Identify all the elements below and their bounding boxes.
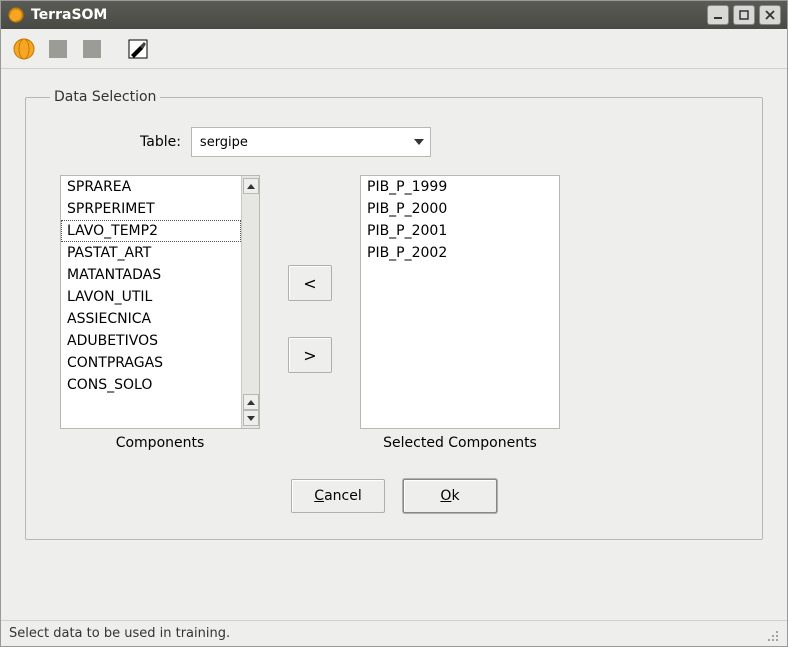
- move-right-button[interactable]: >: [288, 337, 332, 373]
- move-left-button[interactable]: <: [288, 265, 332, 301]
- list-item[interactable]: SPRAREA: [61, 176, 241, 198]
- cancel-button-label: Cancel: [314, 488, 361, 504]
- window-controls: [707, 5, 781, 25]
- list-item[interactable]: CONTPRAGAS: [61, 352, 241, 374]
- content-area: Data Selection Table: sergipe SPRAREASPR…: [1, 69, 787, 620]
- scrollbar[interactable]: [241, 176, 259, 428]
- table-select-row: Table: sergipe: [50, 127, 738, 157]
- ok-button-label: Ok: [440, 488, 459, 504]
- selected-listbox[interactable]: PIB_P_1999PIB_P_2000PIB_P_2001PIB_P_2002: [360, 175, 560, 429]
- scroll-up-button[interactable]: [243, 178, 259, 194]
- minimize-button[interactable]: [707, 5, 729, 25]
- list-item[interactable]: PASTAT_ART: [61, 242, 241, 264]
- maximize-button[interactable]: [733, 5, 755, 25]
- list-item[interactable]: ADUBETIVOS: [61, 330, 241, 352]
- table-combobox[interactable]: sergipe: [191, 127, 431, 157]
- components-column: SPRAREASPRPERIMETLAVO_TEMP2PASTAT_ARTMAT…: [60, 175, 260, 451]
- cancel-button[interactable]: Cancel: [291, 479, 385, 513]
- toolbar-brush-button[interactable]: [123, 35, 153, 63]
- list-item[interactable]: PIB_P_2001: [361, 220, 559, 242]
- chevron-down-icon: [414, 139, 424, 145]
- chevron-down-icon: [247, 416, 255, 421]
- toolbar-button-3[interactable]: [77, 35, 107, 63]
- list-item[interactable]: CONS_SOLO: [61, 374, 241, 396]
- square-icon: [46, 37, 70, 61]
- move-buttons-column: < >: [288, 175, 332, 373]
- square-icon: [80, 37, 104, 61]
- close-button[interactable]: [759, 5, 781, 25]
- lists-row: SPRAREASPRPERIMETLAVO_TEMP2PASTAT_ARTMAT…: [50, 175, 738, 451]
- toolbar-button-2[interactable]: [43, 35, 73, 63]
- list-item[interactable]: SPRPERIMET: [61, 198, 241, 220]
- chevron-up-icon: [247, 184, 255, 189]
- chevron-up-icon: [247, 400, 255, 405]
- list-item[interactable]: PIB_P_1999: [361, 176, 559, 198]
- dialog-buttons-row: Cancel Ok: [50, 479, 738, 513]
- components-listbox[interactable]: SPRAREASPRPERIMETLAVO_TEMP2PASTAT_ARTMAT…: [60, 175, 260, 429]
- list-item[interactable]: MATANTADAS: [61, 264, 241, 286]
- table-label: Table:: [140, 134, 181, 150]
- status-text: Select data to be used in training.: [9, 626, 230, 641]
- app-icon: [7, 6, 25, 24]
- fieldset-legend: Data Selection: [50, 89, 160, 105]
- list-item[interactable]: PIB_P_2000: [361, 198, 559, 220]
- close-icon: [765, 10, 775, 20]
- globe-icon: [12, 37, 36, 61]
- app-window: TerraSOM: [0, 0, 788, 647]
- minimize-icon: [713, 10, 723, 20]
- scroll-down-button[interactable]: [243, 410, 259, 426]
- ok-button[interactable]: Ok: [403, 479, 497, 513]
- resize-grip-icon: [765, 628, 779, 642]
- toolbar-globe-button[interactable]: [9, 35, 39, 63]
- components-label: Components: [116, 435, 205, 451]
- table-combobox-value: sergipe: [200, 135, 248, 150]
- toolbar: [1, 29, 787, 69]
- list-item[interactable]: LAVO_TEMP2: [61, 220, 241, 242]
- statusbar: Select data to be used in training.: [1, 620, 787, 646]
- brush-icon: [126, 37, 150, 61]
- scroll-up-button-2[interactable]: [243, 394, 259, 410]
- list-item[interactable]: ASSIECNICA: [61, 308, 241, 330]
- list-item[interactable]: PIB_P_2002: [361, 242, 559, 264]
- selected-column: PIB_P_1999PIB_P_2000PIB_P_2001PIB_P_2002…: [360, 175, 560, 451]
- window-title: TerraSOM: [31, 7, 701, 23]
- selected-label: Selected Components: [383, 435, 537, 451]
- list-item[interactable]: LAVON_UTIL: [61, 286, 241, 308]
- titlebar: TerraSOM: [1, 1, 787, 29]
- data-selection-fieldset: Data Selection Table: sergipe SPRAREASPR…: [25, 89, 763, 540]
- maximize-icon: [739, 10, 749, 20]
- resize-grip[interactable]: [763, 626, 779, 642]
